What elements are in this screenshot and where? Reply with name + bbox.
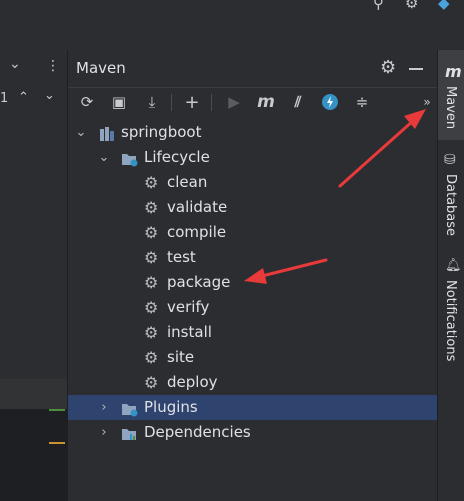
gear-icon: ⚙	[144, 348, 159, 367]
tool-tab-notifications[interactable]: 🔔︎ Notifications	[438, 256, 464, 366]
goal-label: install	[167, 323, 212, 341]
line-marker: 1	[0, 91, 9, 106]
generate-sources-icon[interactable]: ▣	[108, 91, 130, 113]
chevron-right-icon[interactable]: ›	[97, 395, 111, 420]
reload-icon[interactable]: ⟳	[76, 91, 98, 113]
tree-node-label: Dependencies	[144, 423, 251, 441]
skip-tests-icon[interactable]	[319, 91, 341, 113]
goal-install[interactable]: ⚙ install	[68, 320, 437, 345]
toolbar-separator	[171, 94, 172, 111]
goal-package[interactable]: ⚙ package	[68, 270, 437, 295]
minimize-icon[interactable]	[409, 68, 423, 70]
gear-icon: ⚙	[144, 298, 159, 317]
search-icon[interactable]: ⚲	[373, 0, 384, 12]
download-icon[interactable]: ⤓	[141, 91, 163, 113]
collapse-all-icon[interactable]: ≑	[351, 91, 373, 113]
folder-gear-icon	[121, 400, 138, 417]
maven-module-icon	[99, 125, 115, 141]
top-bar: ⚲ ⚙ ◆	[0, 0, 464, 50]
gear-icon[interactable]: ⚙	[380, 57, 396, 78]
goal-verify[interactable]: ⚙ verify	[68, 295, 437, 320]
chevron-right-icon[interactable]: ›	[97, 420, 111, 445]
logo-icon: ◆	[438, 0, 450, 12]
dependencies-icon	[121, 425, 137, 441]
chevron-down-icon[interactable]: ⌄	[74, 120, 88, 145]
goal-deploy[interactable]: ⚙ deploy	[68, 370, 437, 395]
goal-compile[interactable]: ⚙ compile	[68, 220, 437, 245]
tool-tab-label: Maven	[443, 86, 458, 130]
gear-icon: ⚙	[144, 223, 159, 242]
tool-window-bar: m Maven ⛁ Database 🔔︎ Notifications	[437, 50, 464, 501]
tool-tab-label: Database	[443, 174, 458, 237]
editor-header: ⌄ ⋮	[0, 50, 67, 88]
maven-panel: Maven ⚙ ⟳ ▣ ⤓ + ▶ m ⫽ ≑ » ⌄ springboot ⌄	[68, 50, 437, 501]
more-icon[interactable]: »	[416, 91, 438, 113]
tree-node-label: springboot	[121, 123, 202, 141]
gear-icon[interactable]: ⚙	[405, 0, 418, 12]
editor-band	[0, 379, 67, 409]
goal-label: verify	[167, 298, 210, 316]
folder-gear-icon	[121, 150, 138, 167]
toggle-offline-icon[interactable]: ⫽	[287, 91, 309, 113]
panel-header: Maven ⚙	[68, 50, 437, 88]
gear-icon: ⚙	[144, 248, 159, 267]
add-icon[interactable]: +	[181, 91, 203, 113]
chevron-down-icon[interactable]: ⌄	[97, 145, 111, 170]
goal-label: package	[167, 273, 231, 291]
maven-icon: m	[445, 62, 462, 81]
change-marker-added	[49, 409, 65, 411]
goal-label: deploy	[167, 373, 218, 391]
gear-icon: ⚙	[144, 198, 159, 217]
tree-node-dependencies[interactable]: › Dependencies	[68, 420, 437, 445]
gear-icon: ⚙	[144, 273, 159, 292]
execute-goal-icon[interactable]: m	[255, 91, 277, 113]
gear-icon: ⚙	[144, 373, 159, 392]
tool-tab-database[interactable]: ⛁ Database	[438, 148, 464, 238]
goal-site[interactable]: ⚙ site	[68, 345, 437, 370]
maven-toolbar: ⟳ ▣ ⤓ + ▶ m ⫽ ≑ »	[68, 88, 437, 116]
tree-node-lifecycle[interactable]: ⌄ Lifecycle	[68, 145, 437, 170]
gear-icon: ⚙	[144, 173, 159, 192]
editor-nav: 1 ⌃ ⌄	[0, 87, 67, 113]
run-icon[interactable]: ▶	[223, 91, 245, 113]
tree-node-label: Lifecycle	[144, 148, 210, 166]
goal-validate[interactable]: ⚙ validate	[68, 195, 437, 220]
goal-label: site	[167, 348, 195, 366]
goal-label: clean	[167, 173, 208, 191]
panel-title: Maven	[76, 59, 126, 77]
more-vert-icon[interactable]: ⋮	[46, 58, 60, 74]
database-icon: ⛁	[444, 152, 456, 168]
bell-icon: 🔔︎	[445, 258, 462, 273]
goal-label: test	[167, 248, 196, 266]
goal-label: validate	[167, 198, 228, 216]
tool-tab-label: Notifications	[443, 280, 458, 362]
editor-strip: ⌄ ⋮ 1 ⌃ ⌄	[0, 50, 68, 501]
caret-up-icon[interactable]: ⌃	[18, 90, 29, 105]
goal-label: compile	[167, 223, 227, 241]
editor-lower-area[interactable]	[0, 409, 67, 501]
tool-tab-maven[interactable]: m Maven	[438, 50, 464, 140]
tree-node-label: Plugins	[144, 398, 198, 416]
goal-test[interactable]: ⚙ test	[68, 245, 437, 270]
tree-node-springboot[interactable]: ⌄ springboot	[68, 120, 437, 145]
tree-node-plugins[interactable]: › Plugins	[68, 395, 437, 420]
gear-icon: ⚙	[144, 323, 159, 342]
toolbar-separator	[211, 94, 212, 111]
goal-clean[interactable]: ⚙ clean	[68, 170, 437, 195]
change-marker-modified	[49, 442, 65, 444]
chevron-down-icon[interactable]: ⌄	[9, 56, 21, 72]
caret-down-icon[interactable]: ⌄	[44, 88, 55, 103]
